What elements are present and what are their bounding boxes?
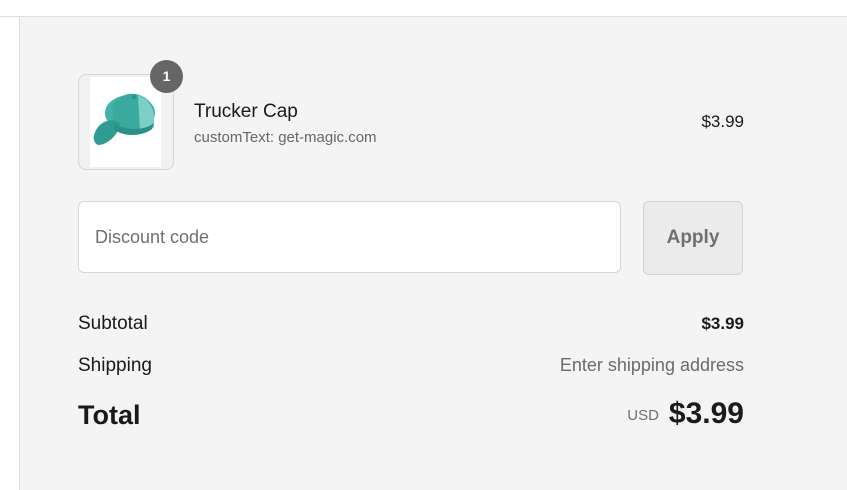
trucker-cap-image	[90, 77, 161, 167]
product-variant: customText: get-magic.com	[194, 129, 377, 146]
apply-discount-button[interactable]: Apply	[643, 201, 743, 275]
shipping-label: Shipping	[78, 355, 152, 376]
quantity-badge: 1	[150, 60, 183, 93]
subtotal-value: $3.99	[701, 314, 744, 333]
shipping-value: Enter shipping address	[559, 355, 744, 375]
product-name: Trucker Cap	[194, 101, 298, 122]
order-summary-panel: 1 Trucker Cap customText: get-magic.com …	[19, 17, 847, 490]
top-bar	[0, 0, 847, 17]
cap-icon	[93, 93, 155, 145]
discount-code-input[interactable]	[78, 201, 621, 273]
total-price: USD $3.99	[627, 397, 744, 431]
currency-code: USD	[627, 407, 659, 424]
total-amount: $3.99	[668, 397, 744, 430]
checkout-page: 1 Trucker Cap customText: get-magic.com …	[0, 0, 847, 490]
product-thumbnail: 1	[78, 60, 183, 170]
product-price: $3.99	[701, 112, 744, 131]
subtotal-label: Subtotal	[78, 313, 148, 334]
total-label: Total	[78, 400, 141, 430]
